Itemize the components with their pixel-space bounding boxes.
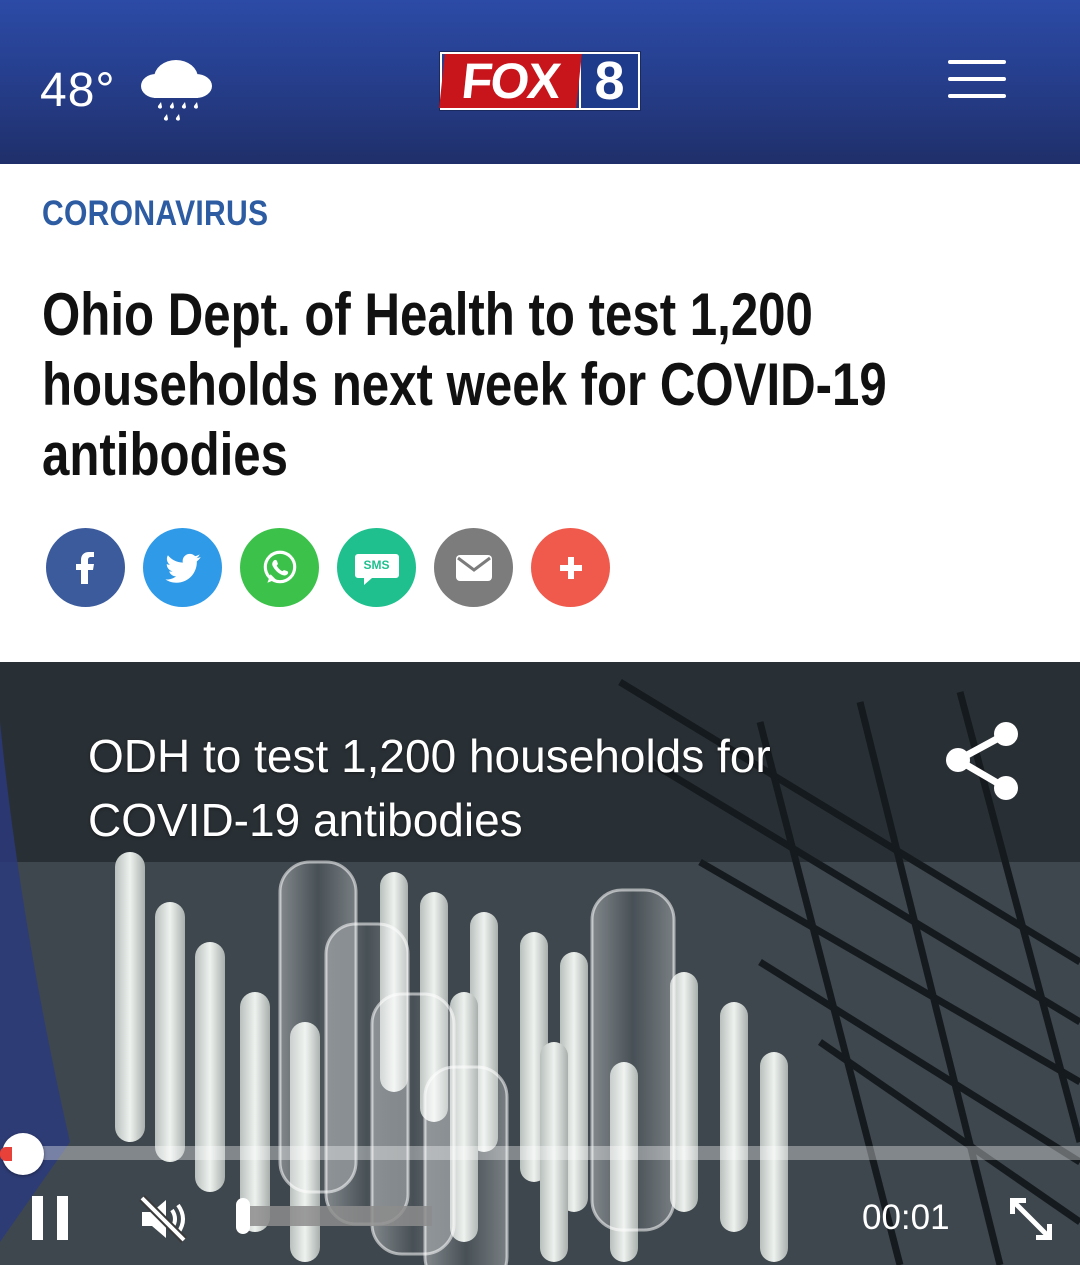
rain-cloud-icon (140, 60, 212, 121)
category-link[interactable]: CORONAVIRUS (42, 194, 268, 234)
headline-line: Ohio Dept. of Health to test 1,200 (42, 281, 813, 348)
facebook-icon (75, 551, 94, 584)
sms-label: SMS (363, 557, 390, 572)
logo-word: FOX (439, 53, 582, 109)
whatsapp-icon (263, 550, 296, 583)
logo-number: 8 (579, 51, 638, 111)
temperature: 48° (40, 63, 116, 117)
video-current-time: 00:01 (862, 1198, 950, 1237)
muted-speaker-icon[interactable] (136, 1192, 190, 1246)
email-share-button[interactable] (434, 528, 513, 607)
volume-slider-track[interactable] (240, 1206, 432, 1226)
video-title-line: ODH to test 1,200 households for (88, 730, 771, 782)
top-bar: 48° FOX 8 (0, 0, 1080, 164)
fullscreen-icon[interactable] (1006, 1194, 1056, 1244)
facebook-share-button[interactable] (46, 528, 125, 607)
fox8-logo[interactable]: FOX 8 (439, 51, 640, 111)
twitter-icon (164, 553, 200, 583)
pause-button[interactable] (32, 1196, 72, 1240)
whatsapp-share-button[interactable] (240, 528, 319, 607)
share-icon[interactable] (940, 718, 1020, 806)
headline-line: antibodies (42, 421, 289, 488)
video-title: ODH to test 1,200 households for COVID-1… (88, 724, 908, 852)
hamburger-menu-icon[interactable] (948, 60, 1006, 98)
weather-widget[interactable]: 48° (40, 50, 216, 130)
article-headline: Ohio Dept. of Health to test 1,200 house… (42, 280, 985, 490)
more-share-button[interactable] (531, 528, 610, 607)
share-buttons: SMS (46, 528, 628, 607)
email-icon (455, 554, 492, 581)
video-progress-bar[interactable] (22, 1146, 1080, 1160)
video-title-line: COVID-19 antibodies (88, 794, 523, 846)
twitter-share-button[interactable] (143, 528, 222, 607)
sms-share-button[interactable]: SMS (337, 528, 416, 607)
video-progress-thumb[interactable] (0, 1133, 44, 1175)
more-plus-icon (559, 556, 582, 579)
video-player[interactable]: ODH to test 1,200 households for COVID-1… (0, 662, 1080, 1265)
volume-slider-knob[interactable] (236, 1198, 250, 1234)
headline-line: households next week for COVID-19 (42, 351, 887, 418)
